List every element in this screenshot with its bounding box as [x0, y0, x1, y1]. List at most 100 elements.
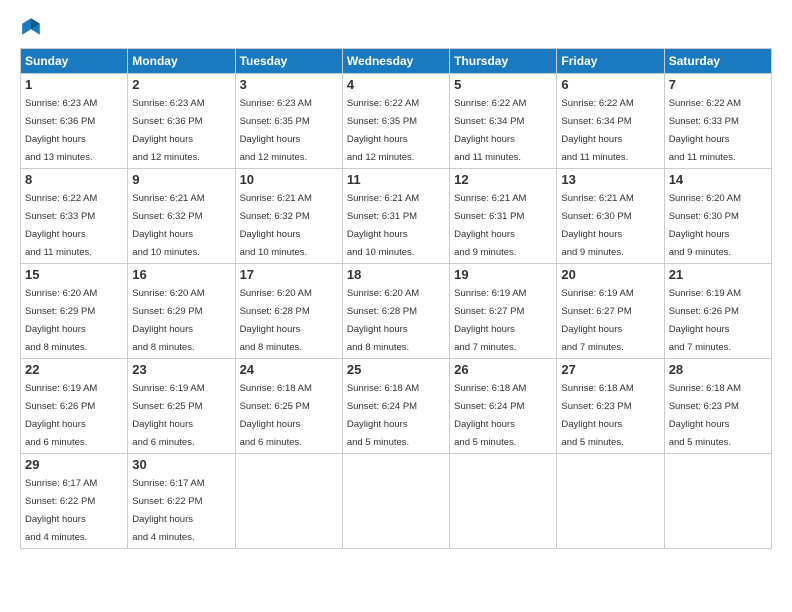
- day-number: 3: [240, 77, 338, 92]
- table-row: 16 Sunrise: 6:20 AMSunset: 6:29 PMDaylig…: [128, 264, 235, 359]
- day-number: 1: [25, 77, 123, 92]
- day-info: Sunrise: 6:22 AMSunset: 6:34 PMDaylight …: [454, 98, 526, 163]
- day-number: 8: [25, 172, 123, 187]
- table-row: 12 Sunrise: 6:21 AMSunset: 6:31 PMDaylig…: [450, 169, 557, 264]
- table-row: 8 Sunrise: 6:22 AMSunset: 6:33 PMDayligh…: [21, 169, 128, 264]
- col-wednesday: Wednesday: [342, 49, 449, 74]
- day-info: Sunrise: 6:21 AMSunset: 6:31 PMDaylight …: [347, 193, 419, 258]
- day-info: Sunrise: 6:17 AMSunset: 6:22 PMDaylight …: [25, 478, 97, 543]
- col-tuesday: Tuesday: [235, 49, 342, 74]
- day-number: 23: [132, 362, 230, 377]
- table-row: 7 Sunrise: 6:22 AMSunset: 6:33 PMDayligh…: [664, 74, 771, 169]
- day-info: Sunrise: 6:21 AMSunset: 6:32 PMDaylight …: [132, 193, 204, 258]
- day-number: 4: [347, 77, 445, 92]
- day-number: 5: [454, 77, 552, 92]
- day-number: 26: [454, 362, 552, 377]
- day-number: 9: [132, 172, 230, 187]
- day-info: Sunrise: 6:22 AMSunset: 6:33 PMDaylight …: [669, 98, 741, 163]
- table-row: 26 Sunrise: 6:18 AMSunset: 6:24 PMDaylig…: [450, 359, 557, 454]
- table-row: 28 Sunrise: 6:18 AMSunset: 6:23 PMDaylig…: [664, 359, 771, 454]
- table-row: 30 Sunrise: 6:17 AMSunset: 6:22 PMDaylig…: [128, 454, 235, 549]
- table-row: 22 Sunrise: 6:19 AMSunset: 6:26 PMDaylig…: [21, 359, 128, 454]
- table-row: 2 Sunrise: 6:23 AMSunset: 6:36 PMDayligh…: [128, 74, 235, 169]
- day-number: 10: [240, 172, 338, 187]
- table-row: [664, 454, 771, 549]
- day-number: 22: [25, 362, 123, 377]
- table-row: 25 Sunrise: 6:18 AMSunset: 6:24 PMDaylig…: [342, 359, 449, 454]
- day-info: Sunrise: 6:19 AMSunset: 6:27 PMDaylight …: [561, 288, 633, 353]
- table-row: 24 Sunrise: 6:18 AMSunset: 6:25 PMDaylig…: [235, 359, 342, 454]
- day-number: 7: [669, 77, 767, 92]
- day-info: Sunrise: 6:23 AMSunset: 6:36 PMDaylight …: [25, 98, 97, 163]
- day-info: Sunrise: 6:18 AMSunset: 6:25 PMDaylight …: [240, 383, 312, 448]
- table-row: 1 Sunrise: 6:23 AMSunset: 6:36 PMDayligh…: [21, 74, 128, 169]
- day-info: Sunrise: 6:20 AMSunset: 6:28 PMDaylight …: [347, 288, 419, 353]
- table-row: 27 Sunrise: 6:18 AMSunset: 6:23 PMDaylig…: [557, 359, 664, 454]
- table-row: 19 Sunrise: 6:19 AMSunset: 6:27 PMDaylig…: [450, 264, 557, 359]
- table-row: 10 Sunrise: 6:21 AMSunset: 6:32 PMDaylig…: [235, 169, 342, 264]
- col-saturday: Saturday: [664, 49, 771, 74]
- day-number: 17: [240, 267, 338, 282]
- col-monday: Monday: [128, 49, 235, 74]
- day-info: Sunrise: 6:23 AMSunset: 6:35 PMDaylight …: [240, 98, 312, 163]
- day-info: Sunrise: 6:18 AMSunset: 6:24 PMDaylight …: [347, 383, 419, 448]
- day-number: 12: [454, 172, 552, 187]
- day-info: Sunrise: 6:18 AMSunset: 6:23 PMDaylight …: [669, 383, 741, 448]
- table-row: 4 Sunrise: 6:22 AMSunset: 6:35 PMDayligh…: [342, 74, 449, 169]
- day-info: Sunrise: 6:22 AMSunset: 6:34 PMDaylight …: [561, 98, 633, 163]
- table-row: 18 Sunrise: 6:20 AMSunset: 6:28 PMDaylig…: [342, 264, 449, 359]
- logo-icon: [20, 16, 42, 38]
- day-info: Sunrise: 6:20 AMSunset: 6:28 PMDaylight …: [240, 288, 312, 353]
- table-row: [342, 454, 449, 549]
- day-info: Sunrise: 6:20 AMSunset: 6:30 PMDaylight …: [669, 193, 741, 258]
- day-number: 15: [25, 267, 123, 282]
- table-row: 9 Sunrise: 6:21 AMSunset: 6:32 PMDayligh…: [128, 169, 235, 264]
- table-row: 23 Sunrise: 6:19 AMSunset: 6:25 PMDaylig…: [128, 359, 235, 454]
- col-thursday: Thursday: [450, 49, 557, 74]
- day-number: 21: [669, 267, 767, 282]
- logo: [20, 16, 46, 38]
- day-info: Sunrise: 6:18 AMSunset: 6:24 PMDaylight …: [454, 383, 526, 448]
- day-number: 28: [669, 362, 767, 377]
- day-number: 2: [132, 77, 230, 92]
- col-sunday: Sunday: [21, 49, 128, 74]
- day-info: Sunrise: 6:21 AMSunset: 6:31 PMDaylight …: [454, 193, 526, 258]
- day-number: 16: [132, 267, 230, 282]
- table-row: 3 Sunrise: 6:23 AMSunset: 6:35 PMDayligh…: [235, 74, 342, 169]
- day-number: 11: [347, 172, 445, 187]
- day-number: 14: [669, 172, 767, 187]
- day-number: 27: [561, 362, 659, 377]
- day-number: 18: [347, 267, 445, 282]
- day-info: Sunrise: 6:22 AMSunset: 6:35 PMDaylight …: [347, 98, 419, 163]
- header: [20, 16, 772, 38]
- day-number: 19: [454, 267, 552, 282]
- day-number: 6: [561, 77, 659, 92]
- day-info: Sunrise: 6:21 AMSunset: 6:30 PMDaylight …: [561, 193, 633, 258]
- table-row: 15 Sunrise: 6:20 AMSunset: 6:29 PMDaylig…: [21, 264, 128, 359]
- table-row: 17 Sunrise: 6:20 AMSunset: 6:28 PMDaylig…: [235, 264, 342, 359]
- day-info: Sunrise: 6:19 AMSunset: 6:27 PMDaylight …: [454, 288, 526, 353]
- day-number: 20: [561, 267, 659, 282]
- table-row: 13 Sunrise: 6:21 AMSunset: 6:30 PMDaylig…: [557, 169, 664, 264]
- calendar-table: Sunday Monday Tuesday Wednesday Thursday…: [20, 48, 772, 549]
- table-row: [235, 454, 342, 549]
- day-info: Sunrise: 6:20 AMSunset: 6:29 PMDaylight …: [25, 288, 97, 353]
- day-number: 30: [132, 457, 230, 472]
- table-row: 14 Sunrise: 6:20 AMSunset: 6:30 PMDaylig…: [664, 169, 771, 264]
- day-info: Sunrise: 6:20 AMSunset: 6:29 PMDaylight …: [132, 288, 204, 353]
- day-info: Sunrise: 6:21 AMSunset: 6:32 PMDaylight …: [240, 193, 312, 258]
- day-info: Sunrise: 6:22 AMSunset: 6:33 PMDaylight …: [25, 193, 97, 258]
- day-info: Sunrise: 6:19 AMSunset: 6:25 PMDaylight …: [132, 383, 204, 448]
- calendar-header-row: Sunday Monday Tuesday Wednesday Thursday…: [21, 49, 772, 74]
- day-number: 13: [561, 172, 659, 187]
- day-info: Sunrise: 6:18 AMSunset: 6:23 PMDaylight …: [561, 383, 633, 448]
- day-number: 25: [347, 362, 445, 377]
- day-number: 24: [240, 362, 338, 377]
- table-row: 20 Sunrise: 6:19 AMSunset: 6:27 PMDaylig…: [557, 264, 664, 359]
- table-row: 5 Sunrise: 6:22 AMSunset: 6:34 PMDayligh…: [450, 74, 557, 169]
- table-row: 6 Sunrise: 6:22 AMSunset: 6:34 PMDayligh…: [557, 74, 664, 169]
- day-info: Sunrise: 6:17 AMSunset: 6:22 PMDaylight …: [132, 478, 204, 543]
- day-info: Sunrise: 6:19 AMSunset: 6:26 PMDaylight …: [669, 288, 741, 353]
- col-friday: Friday: [557, 49, 664, 74]
- page: Sunday Monday Tuesday Wednesday Thursday…: [0, 0, 792, 612]
